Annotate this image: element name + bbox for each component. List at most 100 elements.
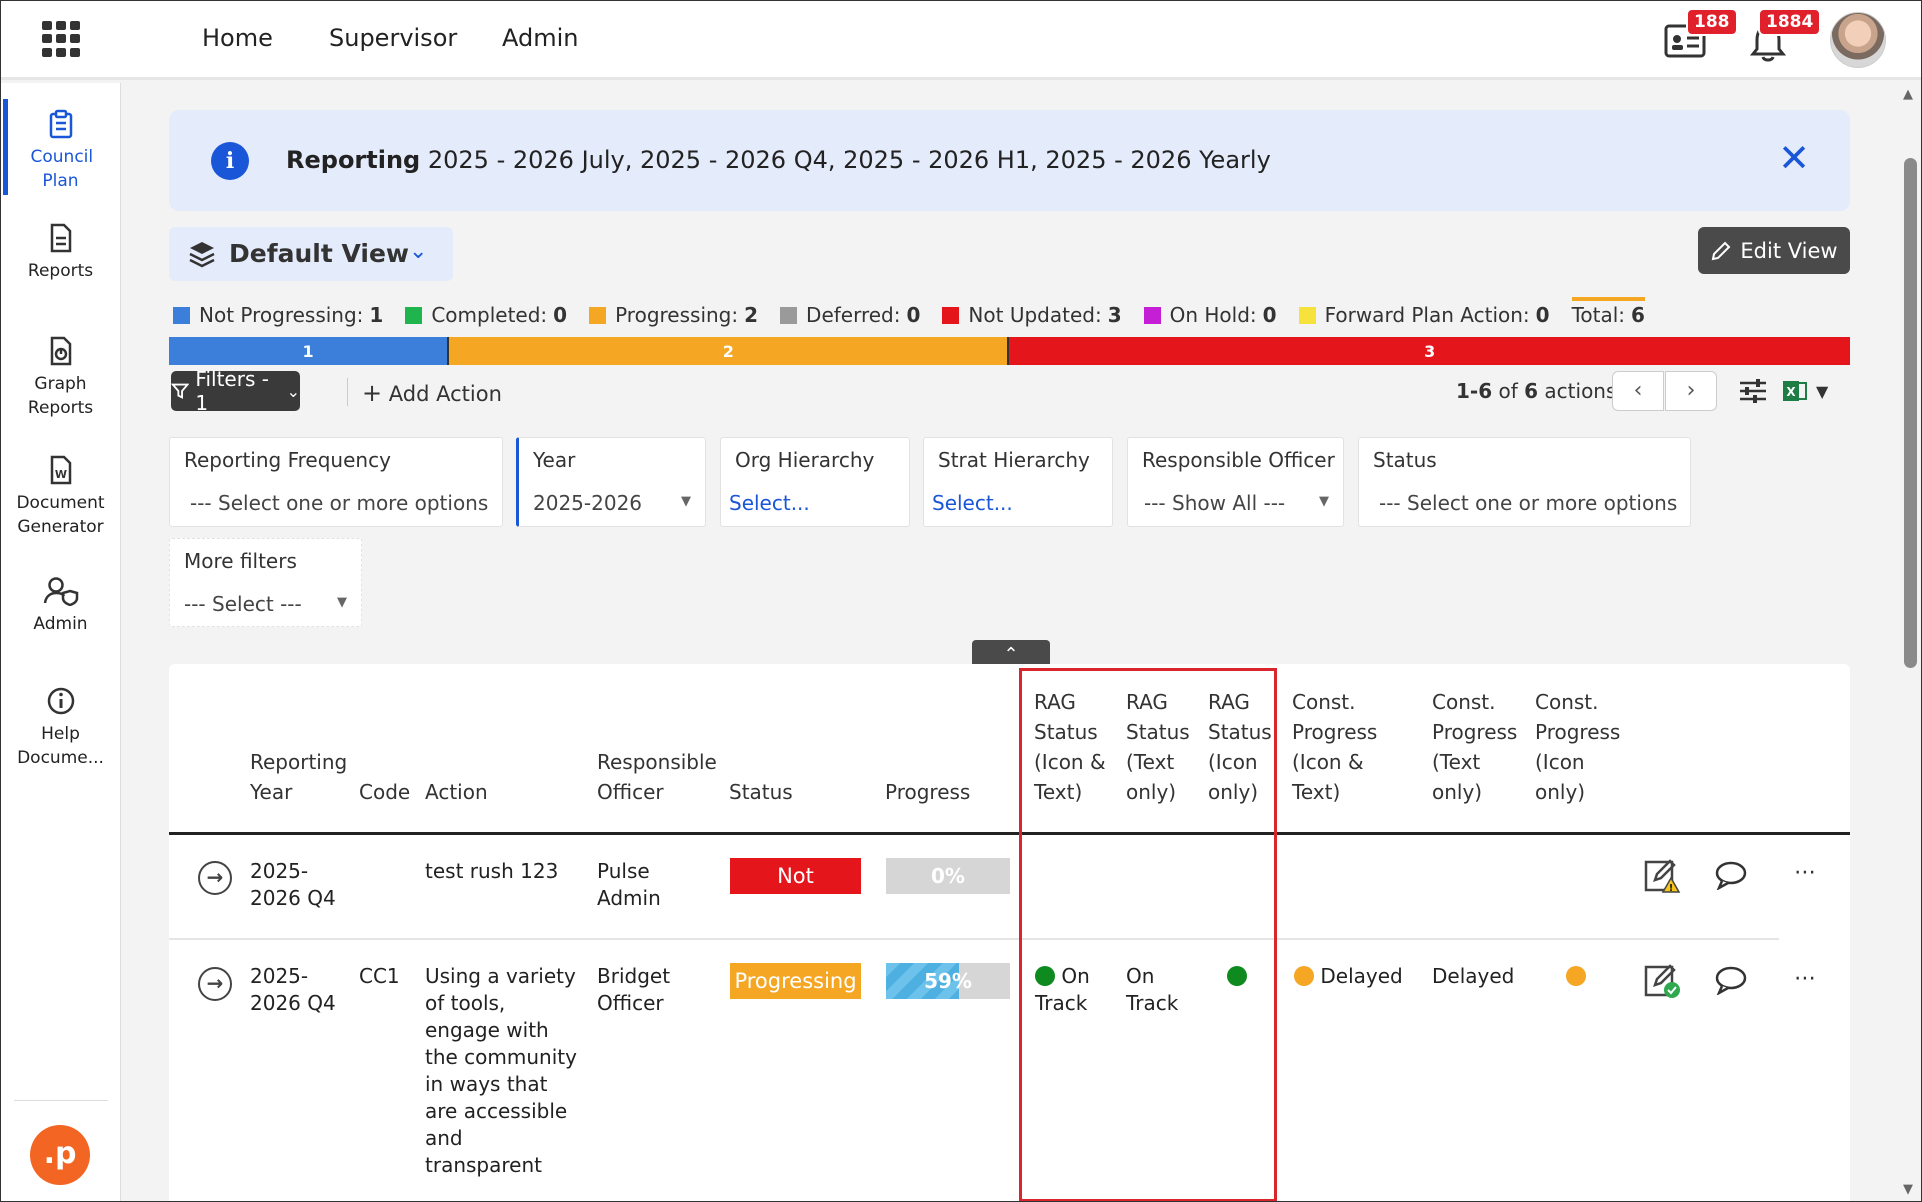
filter-org-hierarchy[interactable]: Org Hierarchy Select... — [720, 437, 910, 527]
add-action-button[interactable]: + Add Action — [362, 379, 502, 407]
export-dropdown-caret-icon[interactable]: ▼ — [1816, 382, 1828, 401]
row-responsible-officer: Pulse Admin — [597, 859, 661, 910]
col-header-rag-icon-text[interactable]: RAG Status (Icon & Text) — [1034, 687, 1106, 807]
legend-label: Forward Plan Action: — [1324, 303, 1530, 327]
const-progress-icon-text: Delayed — [1294, 963, 1403, 990]
sidebar-item-admin[interactable]: Admin — [0, 576, 121, 636]
legend-swatch — [405, 306, 423, 324]
scroll-up-arrow-icon[interactable]: ▲ — [1903, 87, 1913, 102]
pencil-icon — [1712, 241, 1731, 260]
toolbar-divider — [347, 378, 348, 406]
nav-admin[interactable]: Admin — [502, 24, 579, 52]
edit-update-warning-icon[interactable]: ! — [1643, 858, 1681, 898]
legend-item-completed[interactable]: Completed: 0 — [405, 303, 567, 327]
clipboard-icon — [49, 109, 72, 139]
scrollbar-thumb[interactable] — [1904, 158, 1917, 668]
sidebar-item-help-documents[interactable]: Help Docume... — [0, 686, 121, 770]
dropdown-caret-icon: ▼ — [681, 494, 691, 509]
app-launcher-grid-icon[interactable] — [42, 21, 80, 57]
progress-label: 0% — [931, 864, 965, 888]
more-options-icon[interactable]: ⋯ — [1794, 860, 1816, 885]
filter-status[interactable]: Status --- Select one or more options --… — [1358, 437, 1691, 527]
sidebar-item-reports[interactable]: Reports — [0, 223, 121, 283]
chevron-down-icon: ⌄ — [286, 381, 300, 401]
view-selector-dropdown[interactable]: Default View ⌄ — [169, 227, 453, 281]
dropdown-caret-icon: ▼ — [1319, 494, 1329, 509]
info-circle-icon — [47, 687, 74, 715]
legend-item-deferred[interactable]: Deferred: 0 — [780, 303, 920, 327]
legend-count: 0 — [553, 303, 568, 327]
nav-supervisor[interactable]: Supervisor — [329, 24, 457, 52]
rag-green-dot-icon — [1035, 966, 1055, 986]
sidebar-item-label: Reports — [27, 261, 94, 281]
legend-swatch — [780, 306, 798, 324]
legend-count: 0 — [906, 303, 921, 327]
open-action-arrow-icon[interactable]: → — [198, 861, 232, 895]
col-header-const-text-only[interactable]: Const. Progress (Text only) — [1432, 687, 1517, 807]
filter-year[interactable]: Year 2025-2026 ▼ — [516, 437, 706, 527]
next-page-button[interactable]: › — [1665, 371, 1717, 411]
col-header-action[interactable]: Action — [425, 777, 488, 807]
const-progress-text-only: Delayed — [1432, 964, 1515, 988]
close-icon[interactable]: ✕ — [1778, 136, 1810, 180]
legend-item-progressing[interactable]: Progressing: 2 — [589, 303, 758, 327]
status-bar-segment[interactable]: 2 — [449, 337, 1010, 365]
legend-item-on-hold[interactable]: On Hold: 0 — [1143, 303, 1277, 327]
comment-bubble-icon[interactable] — [1714, 860, 1748, 894]
status-bar-segment[interactable]: 3 — [1009, 337, 1850, 365]
legend-label: Progressing: — [615, 303, 739, 327]
sidebar-item-graph-reports[interactable]: Graph Reports — [0, 336, 121, 420]
col-header-const-icon-only[interactable]: Const. Progress (Icon only) — [1535, 687, 1620, 807]
legend-swatch — [942, 306, 960, 324]
pagination-summary: 1-6 of 6 actions — [1456, 379, 1617, 403]
previous-page-button[interactable]: ‹ — [1612, 371, 1664, 411]
comment-bubble-icon[interactable] — [1714, 965, 1748, 999]
filter-label: More filters — [184, 549, 297, 573]
svg-text:W: W — [54, 468, 66, 481]
col-header-code[interactable]: Code — [359, 777, 410, 807]
filters-label: Filters - 1 — [195, 367, 269, 415]
column-settings-sliders-icon[interactable] — [1738, 378, 1768, 408]
edit-update-complete-icon[interactable] — [1643, 963, 1681, 1003]
more-options-icon[interactable]: ⋯ — [1794, 966, 1816, 991]
legend-item-not-updated[interactable]: Not Updated: 3 — [942, 303, 1122, 327]
user-avatar[interactable] — [1830, 12, 1886, 68]
sidebar-item-label: Admin — [33, 614, 88, 634]
col-header-const-icon-text[interactable]: Const. Progress (Icon & Text) — [1292, 687, 1377, 807]
legend-item-not-progressing[interactable]: Not Progressing: 1 — [173, 303, 383, 327]
filters-toggle-button[interactable]: Filters - 1 ⌄ — [171, 367, 300, 415]
row-reporting-year: 2025- 2026 Q4 — [250, 859, 336, 910]
col-header-responsible-officer[interactable]: Responsible Officer — [597, 747, 717, 807]
filter-reporting-frequency[interactable]: Reporting Frequency --- Select one or mo… — [169, 437, 503, 527]
nav-home[interactable]: Home — [202, 24, 273, 52]
col-header-reporting-year[interactable]: Reporting Year — [250, 747, 347, 807]
filter-responsible-officer[interactable]: Responsible Officer --- Show All --- ▼ — [1127, 437, 1344, 527]
col-header-rag-icon-only[interactable]: RAG Status (Icon only) — [1208, 687, 1272, 807]
filter-strat-hierarchy[interactable]: Strat Hierarchy Select... — [923, 437, 1113, 527]
row-action[interactable]: Using a variety of tools, engage with the c… — [425, 963, 577, 1179]
col-header-status[interactable]: Status — [729, 777, 793, 807]
col-header-progress[interactable]: Progress — [885, 777, 970, 807]
filter-more-filters[interactable]: More filters --- Select --- ▼ — [169, 538, 362, 627]
legend-item-forward-plan[interactable]: Forward Plan Action: 0 — [1298, 303, 1550, 327]
banner-text: Reporting 2025 - 2026 July, 2025 - 2026 … — [286, 146, 1271, 174]
scroll-down-arrow-icon[interactable]: ▼ — [1903, 1182, 1913, 1197]
row-action[interactable]: test rush 123 — [425, 858, 558, 885]
excel-export-icon[interactable]: X — [1782, 378, 1808, 408]
chevron-left-icon: ‹ — [1633, 378, 1643, 403]
filter-label: Org Hierarchy — [735, 448, 875, 472]
chevron-right-icon: › — [1686, 378, 1696, 403]
filter-label: Reporting Frequency — [184, 448, 391, 472]
pulse-logo[interactable]: .p — [30, 1125, 90, 1185]
filter-value: --- Show All --- — [1144, 491, 1286, 515]
status-bar-segment[interactable]: 1 — [169, 337, 450, 365]
legend-item-total[interactable]: Total: 6 — [1571, 297, 1645, 327]
filter-label: Year — [533, 448, 576, 472]
status-badge: Not Updated — [730, 858, 861, 924]
open-action-arrow-icon[interactable]: → — [198, 967, 232, 1001]
edit-view-button[interactable]: Edit View — [1698, 227, 1850, 274]
sidebar-item-council-plan[interactable]: Council Plan — [0, 109, 121, 193]
left-sidebar: Council Plan Reports Graph Reports W Doc… — [0, 83, 121, 1202]
sidebar-item-document-generator[interactable]: W Document Generator — [0, 455, 121, 539]
col-header-rag-text-only[interactable]: RAG Status (Text only) — [1126, 687, 1190, 807]
